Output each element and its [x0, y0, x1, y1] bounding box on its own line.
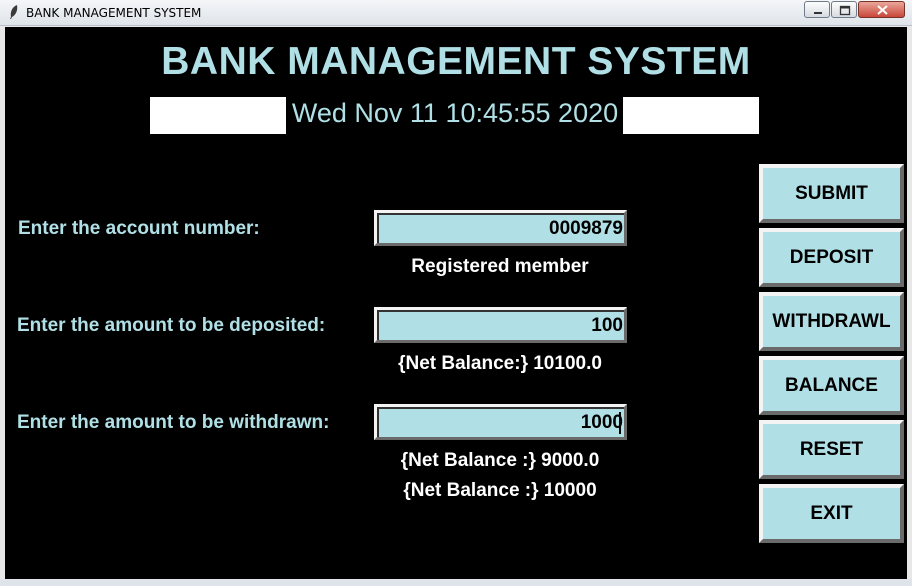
deposit-amount-field[interactable] — [374, 307, 627, 343]
deposit-balance-text: {Net Balance:} 10100.0 — [398, 353, 602, 374]
text-cursor — [619, 412, 621, 434]
exit-button[interactable]: EXIT — [759, 484, 904, 543]
deposit-amount-label: Enter the amount to be deposited: — [17, 315, 326, 336]
maximize-button[interactable] — [831, 1, 857, 18]
clock-left-panel — [150, 97, 286, 134]
withdraw-amount-field[interactable] — [374, 404, 627, 440]
window-title: BANK MANAGEMENT SYSTEM — [26, 6, 202, 20]
window-frame-bottom — [0, 579, 912, 586]
clock-right-panel — [623, 97, 759, 134]
submit-button[interactable]: SUBMIT — [759, 164, 904, 223]
minimize-icon — [814, 12, 822, 14]
deposit-amount-input[interactable] — [381, 312, 623, 339]
balance-button[interactable]: BALANCE — [759, 356, 904, 415]
withdraw-balance-text: {Net Balance :} 9000.0 — [400, 450, 600, 471]
maximize-icon — [839, 5, 851, 16]
window-titlebar: BANK MANAGEMENT SYSTEM — [0, 0, 912, 26]
current-balance-text: {Net Balance :} 10000 — [403, 480, 597, 501]
account-status-text: Registered member — [411, 256, 589, 277]
account-number-field[interactable] — [374, 210, 627, 246]
close-icon — [877, 5, 888, 15]
withdraw-amount-label: Enter the amount to be withdrawn: — [17, 412, 330, 433]
feather-icon — [10, 5, 18, 19]
account-number-input[interactable] — [381, 215, 623, 242]
close-button[interactable] — [858, 1, 905, 18]
page-title: BANK MANAGEMENT SYSTEM — [161, 40, 751, 83]
clock-display: Wed Nov 11 10:45:55 2020 — [291, 98, 619, 128]
minimize-button[interactable] — [804, 1, 830, 18]
account-number-label: Enter the account number: — [18, 218, 260, 239]
withdraw-button[interactable]: WITHDRAWL — [759, 292, 904, 351]
reset-button[interactable]: RESET — [759, 420, 904, 479]
withdraw-amount-input[interactable] — [381, 409, 623, 436]
deposit-button[interactable]: DEPOSIT — [759, 228, 904, 287]
